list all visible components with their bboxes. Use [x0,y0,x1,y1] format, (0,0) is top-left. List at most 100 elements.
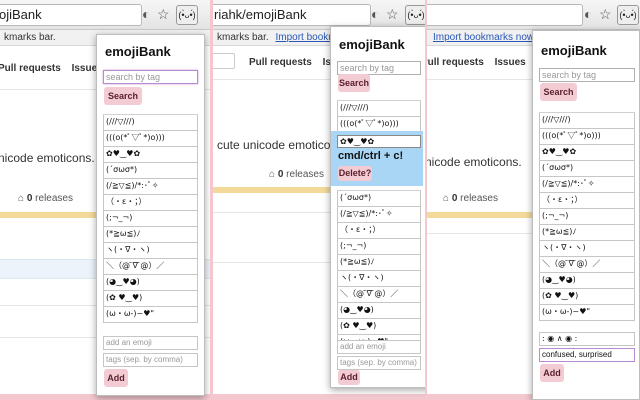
emoji-item[interactable]: (/≧▽≦)/*:･ﾟ✧ [539,177,635,193]
emoji-item[interactable]: (´σωσ*) [337,191,421,207]
language-bar [427,212,532,218]
reader-mode-icon[interactable]: ◐ [371,6,379,22]
pink-footer [213,394,427,400]
add-button[interactable]: Add [540,364,564,382]
emojibank-extension-icon[interactable]: (•̀ᴗ•́) [176,5,198,25]
add-button[interactable]: Add [104,369,128,387]
address-text: riahk/emojiBank [214,7,307,22]
emoji-item[interactable]: (///▽///) [539,113,635,129]
tags-input[interactable]: tags (sep. by comma) [337,356,421,370]
emoji-item[interactable]: ＼（@ ̄∇ ̄@）／ [103,259,198,275]
emoji-list: (///▽///) (((o(*ﾟ▽ﾟ*)o))) ✿♥‿♥✿ (´σωσ*) … [539,112,635,321]
copy-hint: cmd/ctrl + c! [338,150,404,162]
emoji-item[interactable]: (;¬_¬) [103,211,198,227]
emoji-item[interactable]: (*≧ω≦)ﾉ [539,225,635,241]
add-emoji-input[interactable]: add an emoji [337,340,421,354]
emoji-item[interactable]: ✿♥‿♥✿ [539,145,635,161]
add-emoji-input[interactable]: : ◉ ∧ ◉ : [539,332,635,346]
language-bar [0,212,100,218]
releases-count: 0 [26,193,33,204]
add-button[interactable]: Add [338,370,360,385]
tab-pull-requests[interactable]: Pull requests [427,57,484,68]
releases-link[interactable]: ⌂ 0 releases [443,193,498,204]
tab-issues[interactable]: Issues [495,57,526,68]
repo-description: e cute unicode emoticons. [213,138,347,152]
emoji-item[interactable]: ヽ(・∇・ヽ) [103,243,198,259]
emoji-list: (///▽///) (((o(*ﾟ▽ﾟ*)o))) ✿♥‿♥✿ (´σωσ*) … [103,114,198,323]
address-bar[interactable]: ojiBank [0,4,142,26]
popup-title: emojiBank [541,43,607,58]
search-input[interactable]: search by tag [539,68,635,82]
emoji-item[interactable]: (◕‿♥◕) [103,275,198,291]
popup-title: emojiBank [339,37,405,52]
reader-mode-icon[interactable]: ◐ [142,6,150,22]
emoji-item[interactable]: （・ε・；） [539,193,635,209]
repo-nav: Pull requests Issues [0,63,103,74]
page-search-box[interactable] [213,53,235,69]
emojibank-extension-icon[interactable]: (•̀ᴗ•́) [405,5,427,25]
search-button[interactable]: Search [338,74,370,92]
emoji-item[interactable]: ＼（@ ̄∇ ̄@）／ [337,287,421,303]
emoji-item[interactable]: (✿ ♥‿♥) [337,319,421,335]
emoji-item[interactable]: (/≧▽≦)/*:･ﾟ✧ [337,207,421,223]
emoji-item[interactable]: (///▽///) [337,101,421,117]
emoji-item[interactable]: (ω・ω-)~♥" [103,307,198,323]
emoji-item[interactable]: (;¬_¬) [539,209,635,225]
address-text: ojiBank [0,7,42,22]
emojibank-popup: emojiBank search by tag Search (///▽///)… [96,34,205,396]
emoji-item[interactable]: (;¬_¬) [337,239,421,255]
releases-link[interactable]: ⌂ 0 releases [269,169,324,180]
releases-count: 0 [451,193,458,204]
emoji-item[interactable]: (((o(*ﾟ▽ﾟ*)o))) [539,129,635,145]
emojibank-popup: emojiBank search by tag Search (///▽///)… [330,26,427,388]
tags-input[interactable]: tags (sep. by comma) [103,353,198,367]
address-bar[interactable]: riahk/emojiBank [213,4,371,26]
emoji-item[interactable]: (◕‿♥◕) [337,303,421,319]
repo-description: nicode emoticons. [427,155,522,169]
search-button[interactable]: Search [104,87,142,105]
emoji-item[interactable]: （・ε・；） [103,195,198,211]
reader-mode-icon[interactable]: ◐ [584,6,592,22]
star-icon[interactable]: ☆ [599,6,612,23]
emoji-item[interactable]: ヽ(・∇・ヽ) [337,271,421,287]
emoji-item[interactable]: (✿ ♥‿♥) [539,289,635,305]
address-bar[interactable] [427,4,583,26]
emoji-list-top: (///▽///) (((o(*ﾟ▽ﾟ*)o))) [337,100,421,133]
star-icon[interactable]: ☆ [157,6,170,23]
releases-link[interactable]: ⌂ 0 releases [18,193,73,204]
tags-input[interactable]: confused, surprised [539,348,635,362]
add-emoji-input[interactable]: add an emoji [103,336,198,350]
emoji-item[interactable]: (✿ ♥‿♥) [103,291,198,307]
emoji-item[interactable]: (*≧ω≦)ﾉ [337,255,421,271]
search-input[interactable]: search by tag [103,70,198,84]
releases-label: releases [286,169,324,180]
star-icon[interactable]: ☆ [386,6,399,23]
releases-label: releases [35,193,73,204]
emoji-item[interactable]: (´σωσ*) [103,163,198,179]
emoji-item[interactable]: ✿♥‿♥✿ [103,147,198,163]
emoji-item[interactable]: (/≧▽≦)/*:･ﾟ✧ [103,179,198,195]
bookmarks-bar-label: kmarks bar. [217,32,269,43]
emoji-item[interactable]: (◕‿♥◕) [539,273,635,289]
search-input[interactable]: search by tag [337,61,421,75]
search-button[interactable]: Search [540,83,577,101]
selected-emoji-panel: ✿♥‿♥✿ cmd/ctrl + c! Delete? [331,131,423,186]
emojibank-popup: emojiBank search by tag Search (///▽///)… [532,30,640,400]
emoji-item[interactable]: (ω・ω-)~♥" [539,305,635,321]
emoji-item[interactable]: ＼（@ ̄∇ ̄@）／ [539,257,635,273]
emoji-item[interactable]: （・ε・；） [337,223,421,239]
emoji-item[interactable]: (((o(*ﾟ▽ﾟ*)o))) [103,131,198,147]
selected-emoji-field[interactable]: ✿♥‿♥✿ [337,135,421,148]
emoji-item[interactable]: (´σωσ*) [539,161,635,177]
emojibank-extension-icon[interactable]: (•̀ᴗ•́) [617,5,639,25]
tab-pull-requests[interactable]: Pull requests [0,63,61,74]
delete-button[interactable]: Delete? [338,166,372,181]
emoji-item[interactable]: (*≧ω≦)ﾉ [103,227,198,243]
import-bookmarks-link[interactable]: Import bookmarks now [433,32,534,43]
emoji-item[interactable]: (///▽///) [103,115,198,131]
tab-pull-requests[interactable]: Pull requests [249,57,312,68]
emoji-item[interactable]: ヽ(・∇・ヽ) [539,241,635,257]
emoji-list-bottom: (´σωσ*) (/≧▽≦)/*:･ﾟ✧ （・ε・；） (;¬_¬) (*≧ω≦… [337,190,421,351]
browser-toolbar: ◐ ☆ (•̀ᴗ•́) [427,0,640,30]
tag-icon: ⌂ [443,193,450,204]
